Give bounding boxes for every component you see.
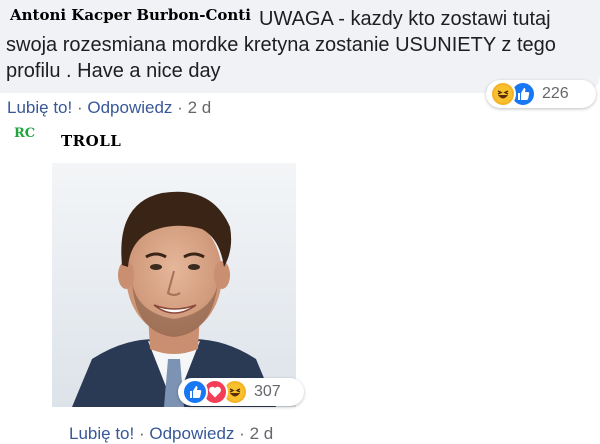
comment-actions: Lubię to! · Odpowiedz · 2 d (7, 98, 211, 118)
laughing-emoji-icon (490, 81, 516, 107)
reply-link[interactable]: Odpowiedz (87, 98, 172, 117)
portrait-photo (52, 163, 296, 407)
reply-image[interactable] (52, 163, 296, 407)
separator: · (239, 424, 245, 443)
comment-reactions[interactable]: 226 (486, 80, 596, 108)
separator: · (138, 424, 145, 443)
reply-reactions[interactable]: 307 (178, 378, 304, 406)
like-icon (182, 379, 208, 405)
reply-badge: RC (14, 126, 36, 141)
separator: · (76, 98, 83, 117)
separator: · (177, 98, 183, 117)
timestamp[interactable]: 2 d (250, 424, 274, 443)
like-link[interactable]: Lubię to! (7, 98, 72, 117)
reaction-count: 307 (254, 383, 281, 400)
reply-actions: Lubię to! · Odpowiedz · 2 d (69, 424, 273, 444)
reply-link[interactable]: Odpowiedz (149, 424, 234, 443)
comment-author[interactable]: Antoni Kacper Burbon-Conti (10, 6, 251, 24)
reaction-count: 226 (542, 85, 569, 102)
like-link[interactable]: Lubię to! (69, 424, 134, 443)
timestamp[interactable]: 2 d (188, 98, 212, 117)
reply-caption: TROLL (61, 132, 122, 150)
